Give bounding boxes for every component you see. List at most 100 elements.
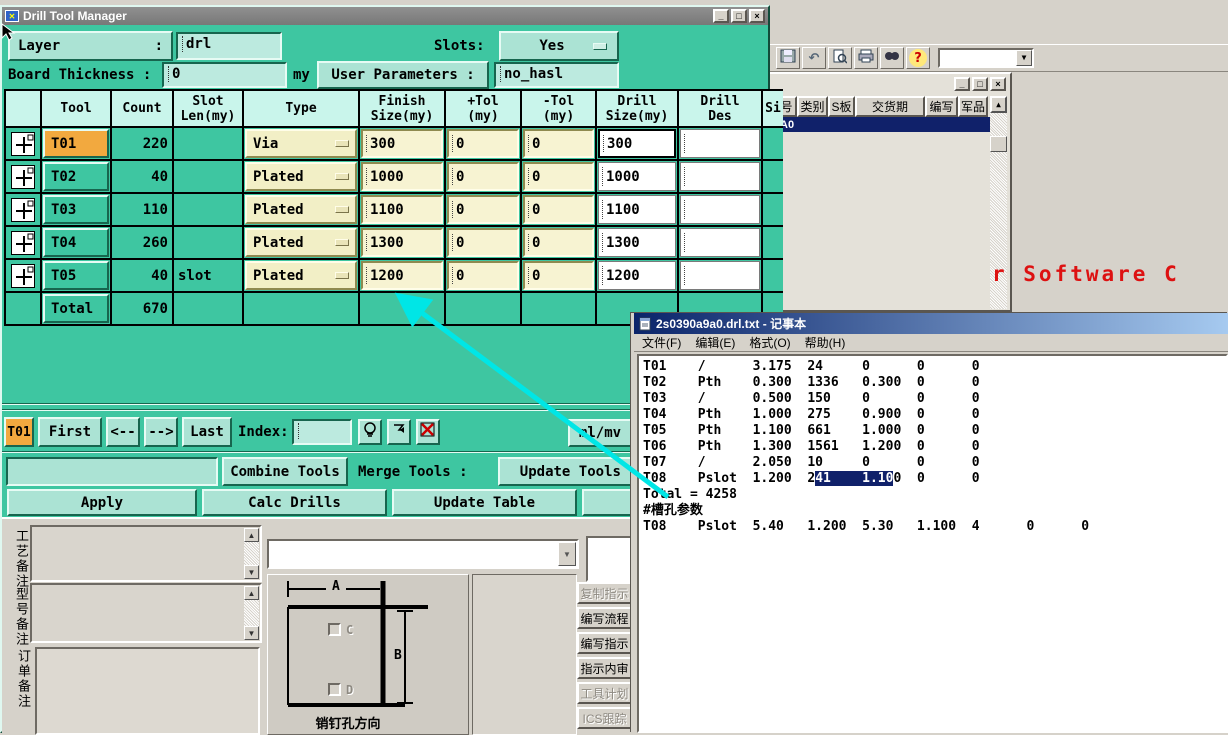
curve-arrow-button[interactable] — [387, 419, 411, 445]
pin-combo-box[interactable]: ▼ — [267, 539, 579, 569]
type-dropdown[interactable]: Plated — [245, 228, 357, 257]
type-dropdown[interactable]: Plated — [245, 261, 357, 290]
scroll-up-icon[interactable]: ▲ — [244, 528, 259, 542]
plus-tol-input[interactable]: 0 — [447, 228, 519, 257]
crosshair-icon[interactable] — [11, 197, 35, 222]
minus-tol-input[interactable]: 0 — [523, 129, 594, 158]
scroll-up-icon[interactable]: ▲ — [244, 586, 259, 600]
plus-tol-input[interactable]: 0 — [447, 129, 519, 158]
last-button[interactable]: Last — [182, 417, 232, 447]
help-button[interactable]: ? — [906, 47, 930, 69]
close-icon[interactable]: × — [749, 9, 765, 23]
type-dropdown[interactable]: Via — [245, 129, 357, 158]
tool-button-t01[interactable]: T01 — [43, 129, 109, 158]
side-button-2[interactable]: 编写流程 — [577, 607, 632, 629]
checkbox-c[interactable] — [328, 623, 341, 636]
side-button-4[interactable]: 指示内审 — [577, 657, 632, 679]
notepad-title-bar[interactable]: 2s0390a9a0.drl.txt - 记事本 — [634, 313, 1228, 334]
finish-size-input[interactable]: 300 — [361, 129, 443, 158]
find-button[interactable] — [880, 47, 904, 69]
row-select-cell[interactable] — [6, 260, 40, 291]
column-header-编写[interactable]: 编写 — [925, 96, 958, 117]
drill-size-input[interactable]: 1000 — [598, 162, 676, 191]
prev-button[interactable]: <-- — [106, 417, 140, 447]
type-dropdown[interactable]: Plated — [245, 162, 357, 191]
maximize-icon[interactable]: □ — [972, 77, 988, 91]
delete-red-x-button[interactable] — [416, 419, 440, 445]
checkbox-d[interactable] — [328, 683, 341, 696]
board-thickness-input[interactable]: 0 — [162, 62, 287, 88]
lamp-button[interactable] — [358, 419, 382, 445]
next-button[interactable]: --> — [144, 417, 178, 447]
crosshair-icon[interactable] — [11, 230, 35, 255]
scroll-up-icon[interactable]: ▲ — [990, 96, 1007, 113]
row-select-cell[interactable] — [6, 194, 40, 225]
scroll-thumb[interactable] — [990, 136, 1007, 152]
menu-item[interactable]: 文件(F) — [642, 334, 681, 351]
minus-tol-input[interactable]: 0 — [523, 228, 594, 257]
menu-item[interactable]: 编辑(E) — [695, 334, 735, 351]
type-dropdown[interactable]: Plated — [245, 195, 357, 224]
minus-tol-input[interactable]: 0 — [523, 261, 594, 290]
row-select-cell[interactable] — [6, 227, 40, 258]
drill-des-input[interactable] — [680, 228, 760, 257]
drill-size-input[interactable]: 1100 — [598, 195, 676, 224]
tool-button-t05[interactable]: T05 — [43, 261, 109, 290]
menu-item[interactable]: 格式(O) — [749, 334, 790, 351]
minimize-icon[interactable]: _ — [954, 77, 970, 91]
minus-tol-input[interactable]: 0 — [523, 162, 594, 191]
row-select-cell[interactable] — [6, 161, 40, 192]
drill-des-input[interactable] — [680, 129, 760, 158]
print-button[interactable] — [854, 47, 878, 69]
crosshair-icon[interactable] — [11, 164, 35, 189]
row-select-cell[interactable] — [6, 128, 40, 159]
user-parameters-input[interactable]: no_hasl — [494, 62, 619, 88]
layer-input[interactable]: drl — [176, 32, 282, 60]
plus-tol-input[interactable]: 0 — [447, 162, 519, 191]
crosshair-icon[interactable] — [11, 131, 35, 156]
close-icon[interactable]: × — [990, 77, 1006, 91]
notepad-text-area[interactable]: T01 / 3.175 24 0 0 0 T02 Pth 0.300 1336 0… — [637, 354, 1228, 733]
small-white-box[interactable] — [586, 536, 632, 582]
plus-tol-input[interactable]: 0 — [447, 195, 519, 224]
finish-size-input[interactable]: 1300 — [361, 228, 443, 257]
drill-size-input[interactable]: 300 — [598, 129, 676, 158]
selected-list-row[interactable]: A9A0 — [764, 117, 990, 132]
chevron-down-icon[interactable]: ▼ — [558, 542, 576, 566]
finish-size-input[interactable]: 1100 — [361, 195, 443, 224]
menu-item[interactable]: 帮助(H) — [805, 334, 846, 351]
preview-button[interactable] — [828, 47, 852, 69]
column-header-军品[interactable]: 军品 — [958, 96, 988, 117]
minimize-icon[interactable]: _ — [713, 9, 729, 23]
maximize-icon[interactable]: □ — [731, 9, 747, 23]
finish-size-input[interactable]: 1200 — [361, 261, 443, 290]
column-header-S板[interactable]: S板 — [828, 96, 855, 117]
tool-button-t03[interactable]: T03 — [43, 195, 109, 224]
update-table-button[interactable]: Update Table — [392, 489, 577, 516]
side-button-3[interactable]: 编写指示 — [577, 632, 632, 654]
process-notes-box[interactable]: ▲ ▼ — [30, 525, 262, 582]
index-input[interactable] — [292, 419, 352, 445]
scroll-down-icon[interactable]: ▼ — [244, 565, 259, 579]
drill-size-input[interactable]: 1300 — [598, 228, 676, 257]
drill-des-input[interactable] — [680, 261, 760, 290]
column-header-类别[interactable]: 类别 — [797, 96, 828, 117]
plus-tol-input[interactable]: 0 — [447, 261, 519, 290]
slots-dropdown[interactable]: Yes — [499, 31, 619, 61]
calc-drills-button[interactable]: Calc Drills — [202, 489, 387, 516]
tool-button-t04[interactable]: T04 — [43, 228, 109, 257]
finish-size-input[interactable]: 1000 — [361, 162, 443, 191]
combine-tools-button[interactable]: Combine Tools — [222, 457, 348, 486]
save-button[interactable] — [776, 47, 800, 69]
column-header-交货期[interactable]: 交货期 — [855, 96, 925, 117]
drill-size-input[interactable]: 1200 — [598, 261, 676, 290]
units-toggle[interactable]: ml/mv — [568, 419, 632, 447]
first-button[interactable]: First — [38, 417, 102, 447]
minus-tol-input[interactable]: 0 — [523, 195, 594, 224]
tool-button-t02[interactable]: T02 — [43, 162, 109, 191]
background-combo-box[interactable]: ▼ — [938, 48, 1034, 68]
dtm-title-bar[interactable]: ✕ Drill Tool Manager _ □ × — [2, 7, 768, 25]
drill-des-input[interactable] — [680, 162, 760, 191]
scroll-down-icon[interactable]: ▼ — [244, 626, 259, 640]
crosshair-icon[interactable] — [11, 263, 35, 288]
